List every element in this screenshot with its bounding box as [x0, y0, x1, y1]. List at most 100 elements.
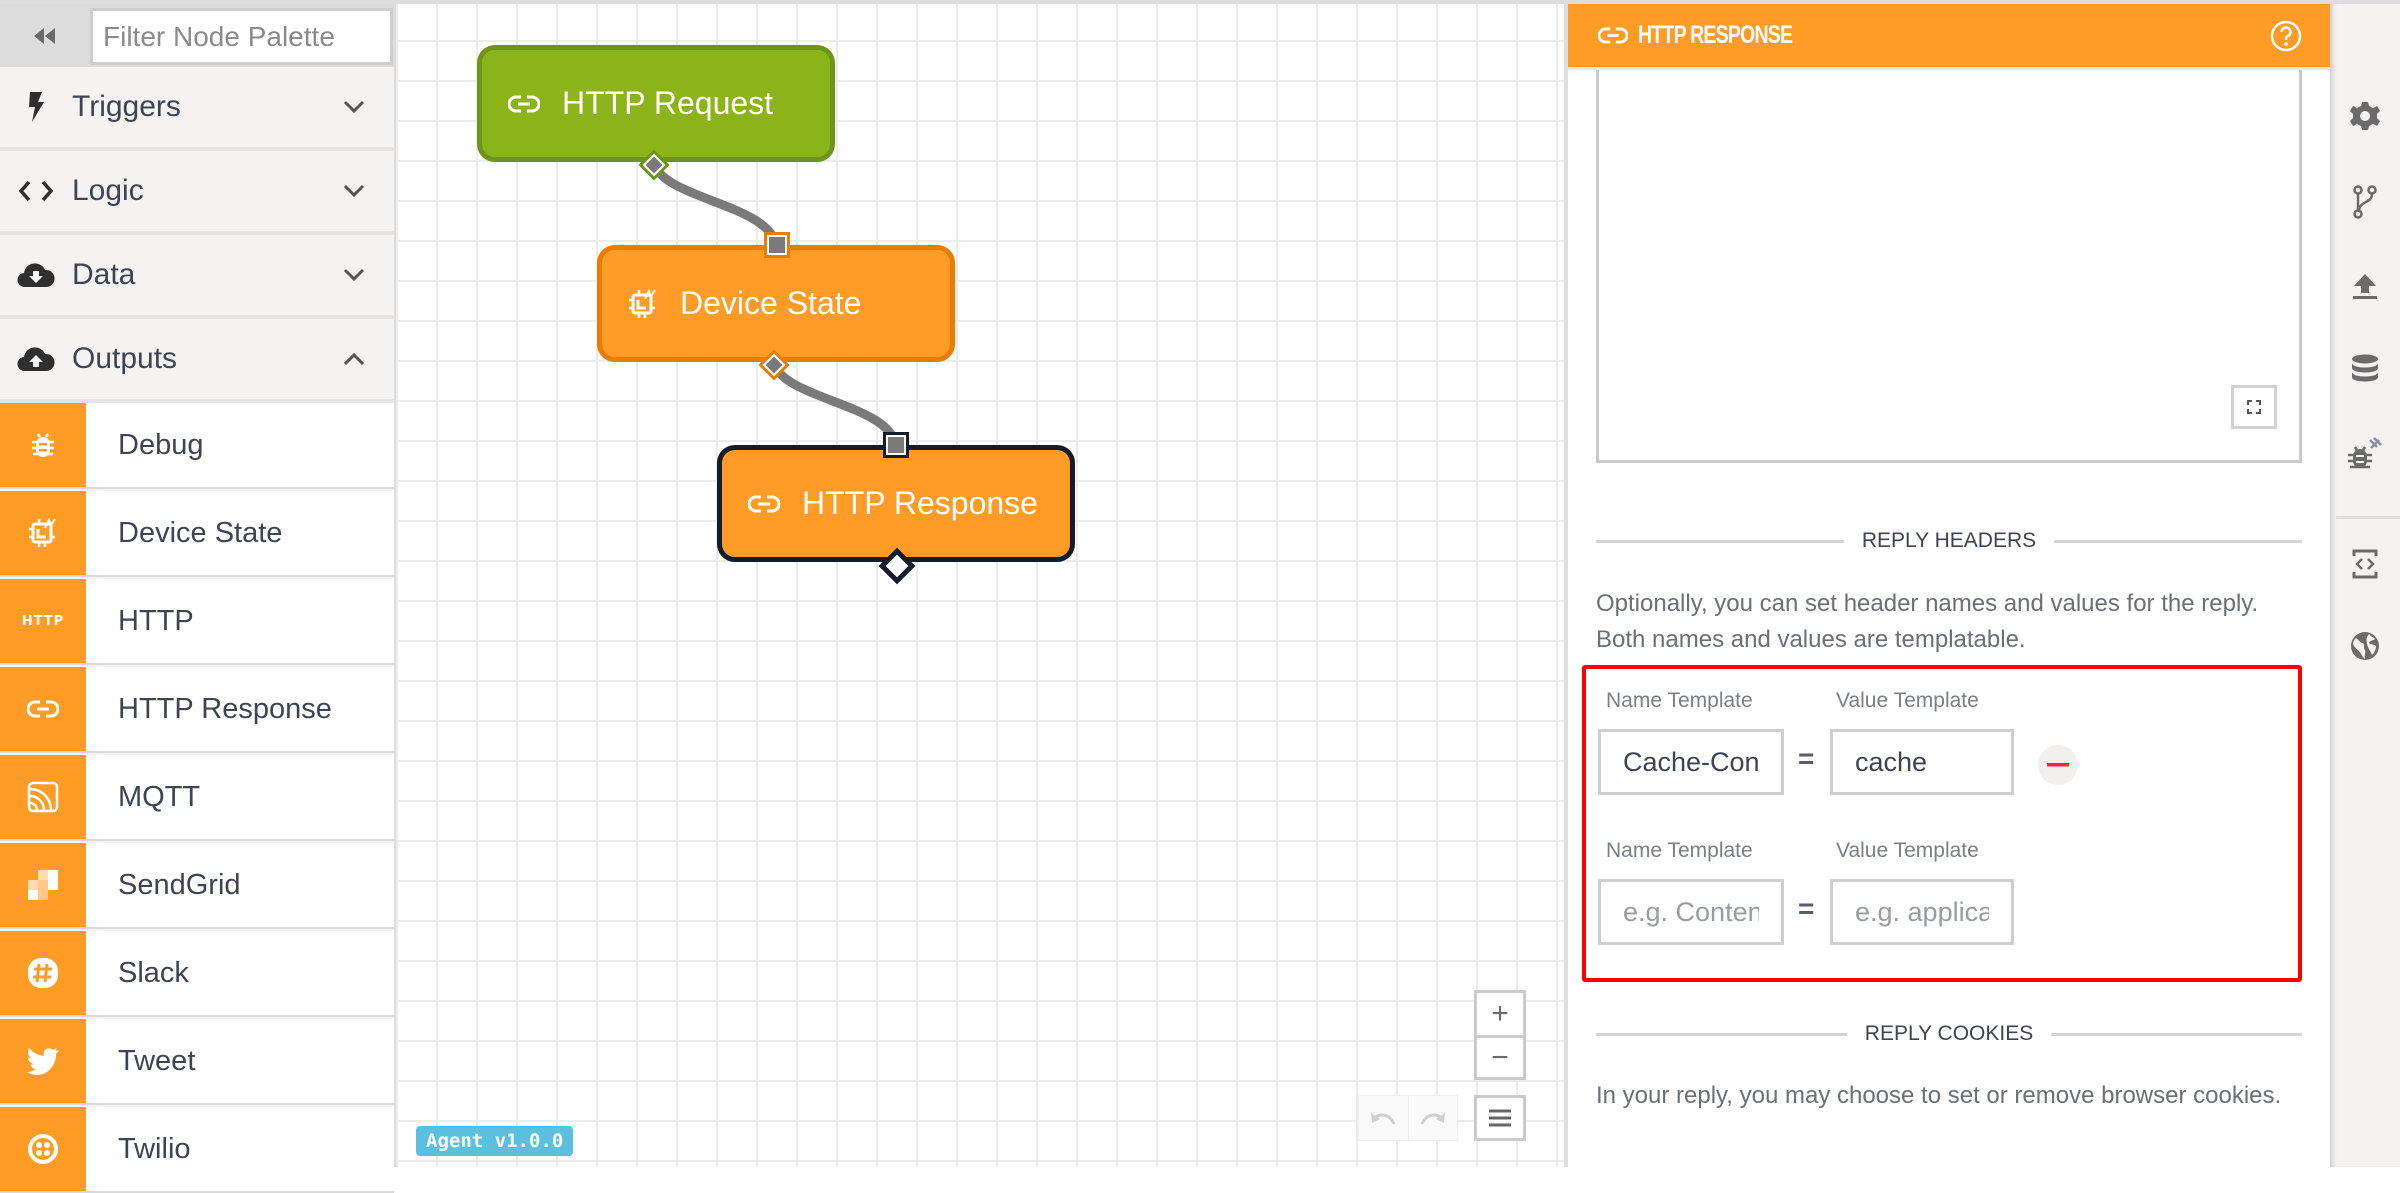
public-endpoint-button[interactable]	[2330, 616, 2400, 676]
category-logic[interactable]: Logic	[0, 151, 394, 235]
palette-item-slack[interactable]: Slack	[0, 931, 394, 1017]
wire-request-to-state[interactable]	[649, 161, 781, 246]
header-name-input[interactable]	[1598, 729, 1784, 795]
embed-code-button[interactable]	[2330, 534, 2400, 594]
redo-button[interactable]	[1407, 1096, 1458, 1140]
link-icon	[748, 495, 780, 513]
node-device-state[interactable]: Device State	[597, 245, 955, 362]
palette-item-label: SendGrid	[118, 868, 241, 901]
icon-bar-divider	[2336, 516, 2400, 519]
reply-headers-list: Name Template Value Template = Name Temp…	[1582, 665, 2302, 982]
palette-item-label: MQTT	[118, 780, 201, 813]
expand-icon	[2247, 400, 2261, 414]
double-chevron-left-icon	[34, 27, 55, 44]
reply-headers-divider: REPLY HEADERS	[1596, 529, 2303, 553]
node-properties-panel: HTTP RESPONSE REPLY HEADERS Optionally, …	[1564, 4, 2330, 1167]
palette-item-label: Twilio	[118, 1132, 191, 1165]
slack-icon	[0, 931, 86, 1015]
chevron-up-icon	[314, 352, 394, 366]
zoom-out-button[interactable]: −	[1477, 1035, 1523, 1077]
collapse-palette-button[interactable]	[0, 4, 88, 67]
header-value-input[interactable]	[1830, 879, 2014, 945]
category-label: Triggers	[72, 90, 181, 123]
divider-line	[2051, 1032, 2303, 1036]
divider-line	[2054, 539, 2303, 543]
database-icon	[2352, 354, 2378, 382]
palette-item-label: Slack	[118, 956, 189, 989]
undo-button[interactable]	[1359, 1096, 1408, 1140]
versions-button[interactable]	[2330, 172, 2400, 232]
reply-cookies-title: REPLY COOKIES	[1864, 1022, 2034, 1045]
panel-title: HTTP RESPONSE	[1638, 21, 1793, 49]
gear-icon	[2350, 102, 2380, 130]
category-triggers[interactable]: Triggers	[0, 67, 394, 151]
workflow-canvas[interactable]: HTTP Request Device State HTTP Response	[396, 4, 1564, 1167]
zoom-in-button[interactable]: +	[1477, 993, 1523, 1035]
value-template-label: Value Template	[1836, 689, 1979, 712]
redo-icon	[1420, 1113, 1445, 1125]
node-http-request[interactable]: HTTP Request	[477, 45, 835, 162]
header-value-input[interactable]	[1830, 729, 2014, 795]
palette-item-device-state[interactable]: Device State	[0, 491, 394, 577]
minus-icon	[2047, 763, 2069, 767]
palette-header	[0, 4, 394, 67]
connection-wires	[649, 161, 901, 446]
name-template-label: Name Template	[1606, 839, 1753, 862]
bug-icon	[0, 403, 86, 487]
storage-button[interactable]	[2330, 340, 2400, 400]
chevron-down-icon	[314, 100, 394, 114]
category-label: Outputs	[72, 342, 178, 375]
node-http-response[interactable]: HTTP Response	[717, 445, 1075, 562]
palette-item-label: HTTP Response	[118, 692, 332, 725]
equals-sign: =	[1798, 743, 1815, 774]
debug-stream-button[interactable]	[2330, 424, 2400, 484]
expand-editor-button[interactable]	[2231, 385, 2277, 429]
palette-item-label: Tweet	[118, 1044, 196, 1077]
globe-icon	[2351, 632, 2379, 660]
palette-item-label: Debug	[118, 428, 204, 461]
lightning-icon	[0, 92, 72, 122]
category-data[interactable]: Data	[0, 235, 394, 319]
right-icon-bar	[2330, 4, 2400, 1167]
undo-icon	[1371, 1113, 1396, 1125]
chevron-down-icon	[314, 184, 394, 198]
name-template-label: Name Template	[1606, 689, 1753, 712]
palette-item-label: HTTP	[118, 604, 194, 637]
wire-state-to-response[interactable]	[769, 361, 901, 446]
canvas-menu-button[interactable]	[1474, 1095, 1526, 1141]
palette-item-debug[interactable]: Debug	[0, 403, 394, 489]
node-label: HTTP Request	[562, 85, 774, 121]
help-icon[interactable]	[2270, 20, 2302, 52]
deploy-button[interactable]	[2330, 256, 2400, 316]
code-icon	[2352, 549, 2378, 579]
branch-icon	[2353, 185, 2377, 219]
top-strip	[0, 0, 2400, 4]
hamburger-icon	[1489, 1109, 1511, 1127]
palette-item-tweet[interactable]: Tweet	[0, 1019, 394, 1105]
cloud-download-icon	[0, 262, 72, 288]
palette-item-twilio[interactable]: Twilio	[0, 1107, 394, 1193]
remove-header-button[interactable]	[2038, 745, 2078, 785]
http-icon: HTTP	[0, 579, 86, 663]
undo-redo-group	[1358, 1095, 1458, 1141]
palette-item-sendgrid[interactable]: SendGrid	[0, 843, 394, 929]
body-template-editor[interactable]	[1596, 70, 2302, 463]
chevron-down-icon	[314, 268, 394, 282]
category-outputs[interactable]: Outputs	[0, 319, 394, 403]
device-state-icon	[628, 288, 658, 319]
palette-item-http-response[interactable]: HTTP Response	[0, 667, 394, 753]
mqtt-icon	[0, 755, 86, 839]
link-icon	[1598, 27, 1628, 44]
equals-sign: =	[1798, 893, 1815, 924]
upload-icon	[2353, 274, 2377, 299]
cloud-upload-icon	[0, 346, 72, 372]
palette-item-mqtt[interactable]: MQTT	[0, 755, 394, 841]
settings-button[interactable]	[2330, 86, 2400, 146]
category-label: Data	[72, 258, 136, 291]
header-name-input[interactable]	[1598, 879, 1784, 945]
filter-node-palette-input[interactable]	[90, 8, 393, 65]
palette-item-http[interactable]: HTTP HTTP	[0, 579, 394, 665]
http-icon-text: HTTP	[21, 613, 65, 629]
panel-header: HTTP RESPONSE	[1568, 4, 2330, 70]
sendgrid-icon	[0, 843, 86, 927]
